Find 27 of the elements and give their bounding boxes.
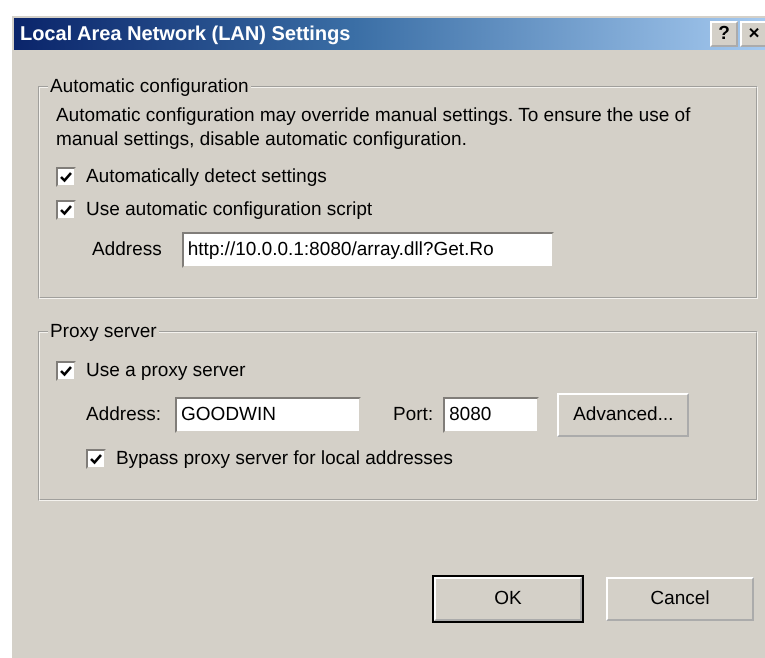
address-field[interactable]: GOODWIN <box>174 397 361 433</box>
advanced-button[interactable]: Advanced... <box>557 393 690 437</box>
checkbox-label[interactable]: Automatically detect settings <box>86 166 327 188</box>
checkbox[interactable] <box>86 449 106 469</box>
field-label: Address <box>92 239 162 261</box>
group-title: Proxy server <box>49 321 158 343</box>
help-button[interactable]: ? <box>710 21 738 47</box>
checkbox-label[interactable]: Bypass proxy server for local addresses <box>116 448 453 470</box>
checkbox-label[interactable]: Use automatic configuration script <box>86 199 372 221</box>
cancel-button[interactable]: Cancel <box>606 577 754 621</box>
checkmark-icon <box>59 170 73 184</box>
checkbox[interactable] <box>56 361 76 381</box>
field-label: Port: <box>392 404 434 426</box>
window-title: Local Area Network (LAN) Settings <box>20 22 352 46</box>
port-field[interactable]: 8080 <box>443 397 540 433</box>
field-label: Address: <box>86 404 161 426</box>
ok-button[interactable]: OK <box>434 577 582 621</box>
checkmark-icon <box>59 364 73 378</box>
checkmark-icon <box>59 203 73 217</box>
close-button[interactable]: × <box>740 21 765 47</box>
checkbox[interactable] <box>56 200 76 220</box>
checkbox-label[interactable]: Use a proxy server <box>86 360 246 382</box>
group-title: Automatic configuration <box>49 76 250 98</box>
checkmark-icon <box>89 452 103 466</box>
address-field[interactable]: http://10.0.0.1:8080/array.dll?Get.Ro <box>182 232 554 268</box>
description-text: Automatic configuration may override manual settings. To ensure the use of manual settings, disable automatic configuration. <box>56 104 692 152</box>
checkbox[interactable] <box>56 167 76 187</box>
